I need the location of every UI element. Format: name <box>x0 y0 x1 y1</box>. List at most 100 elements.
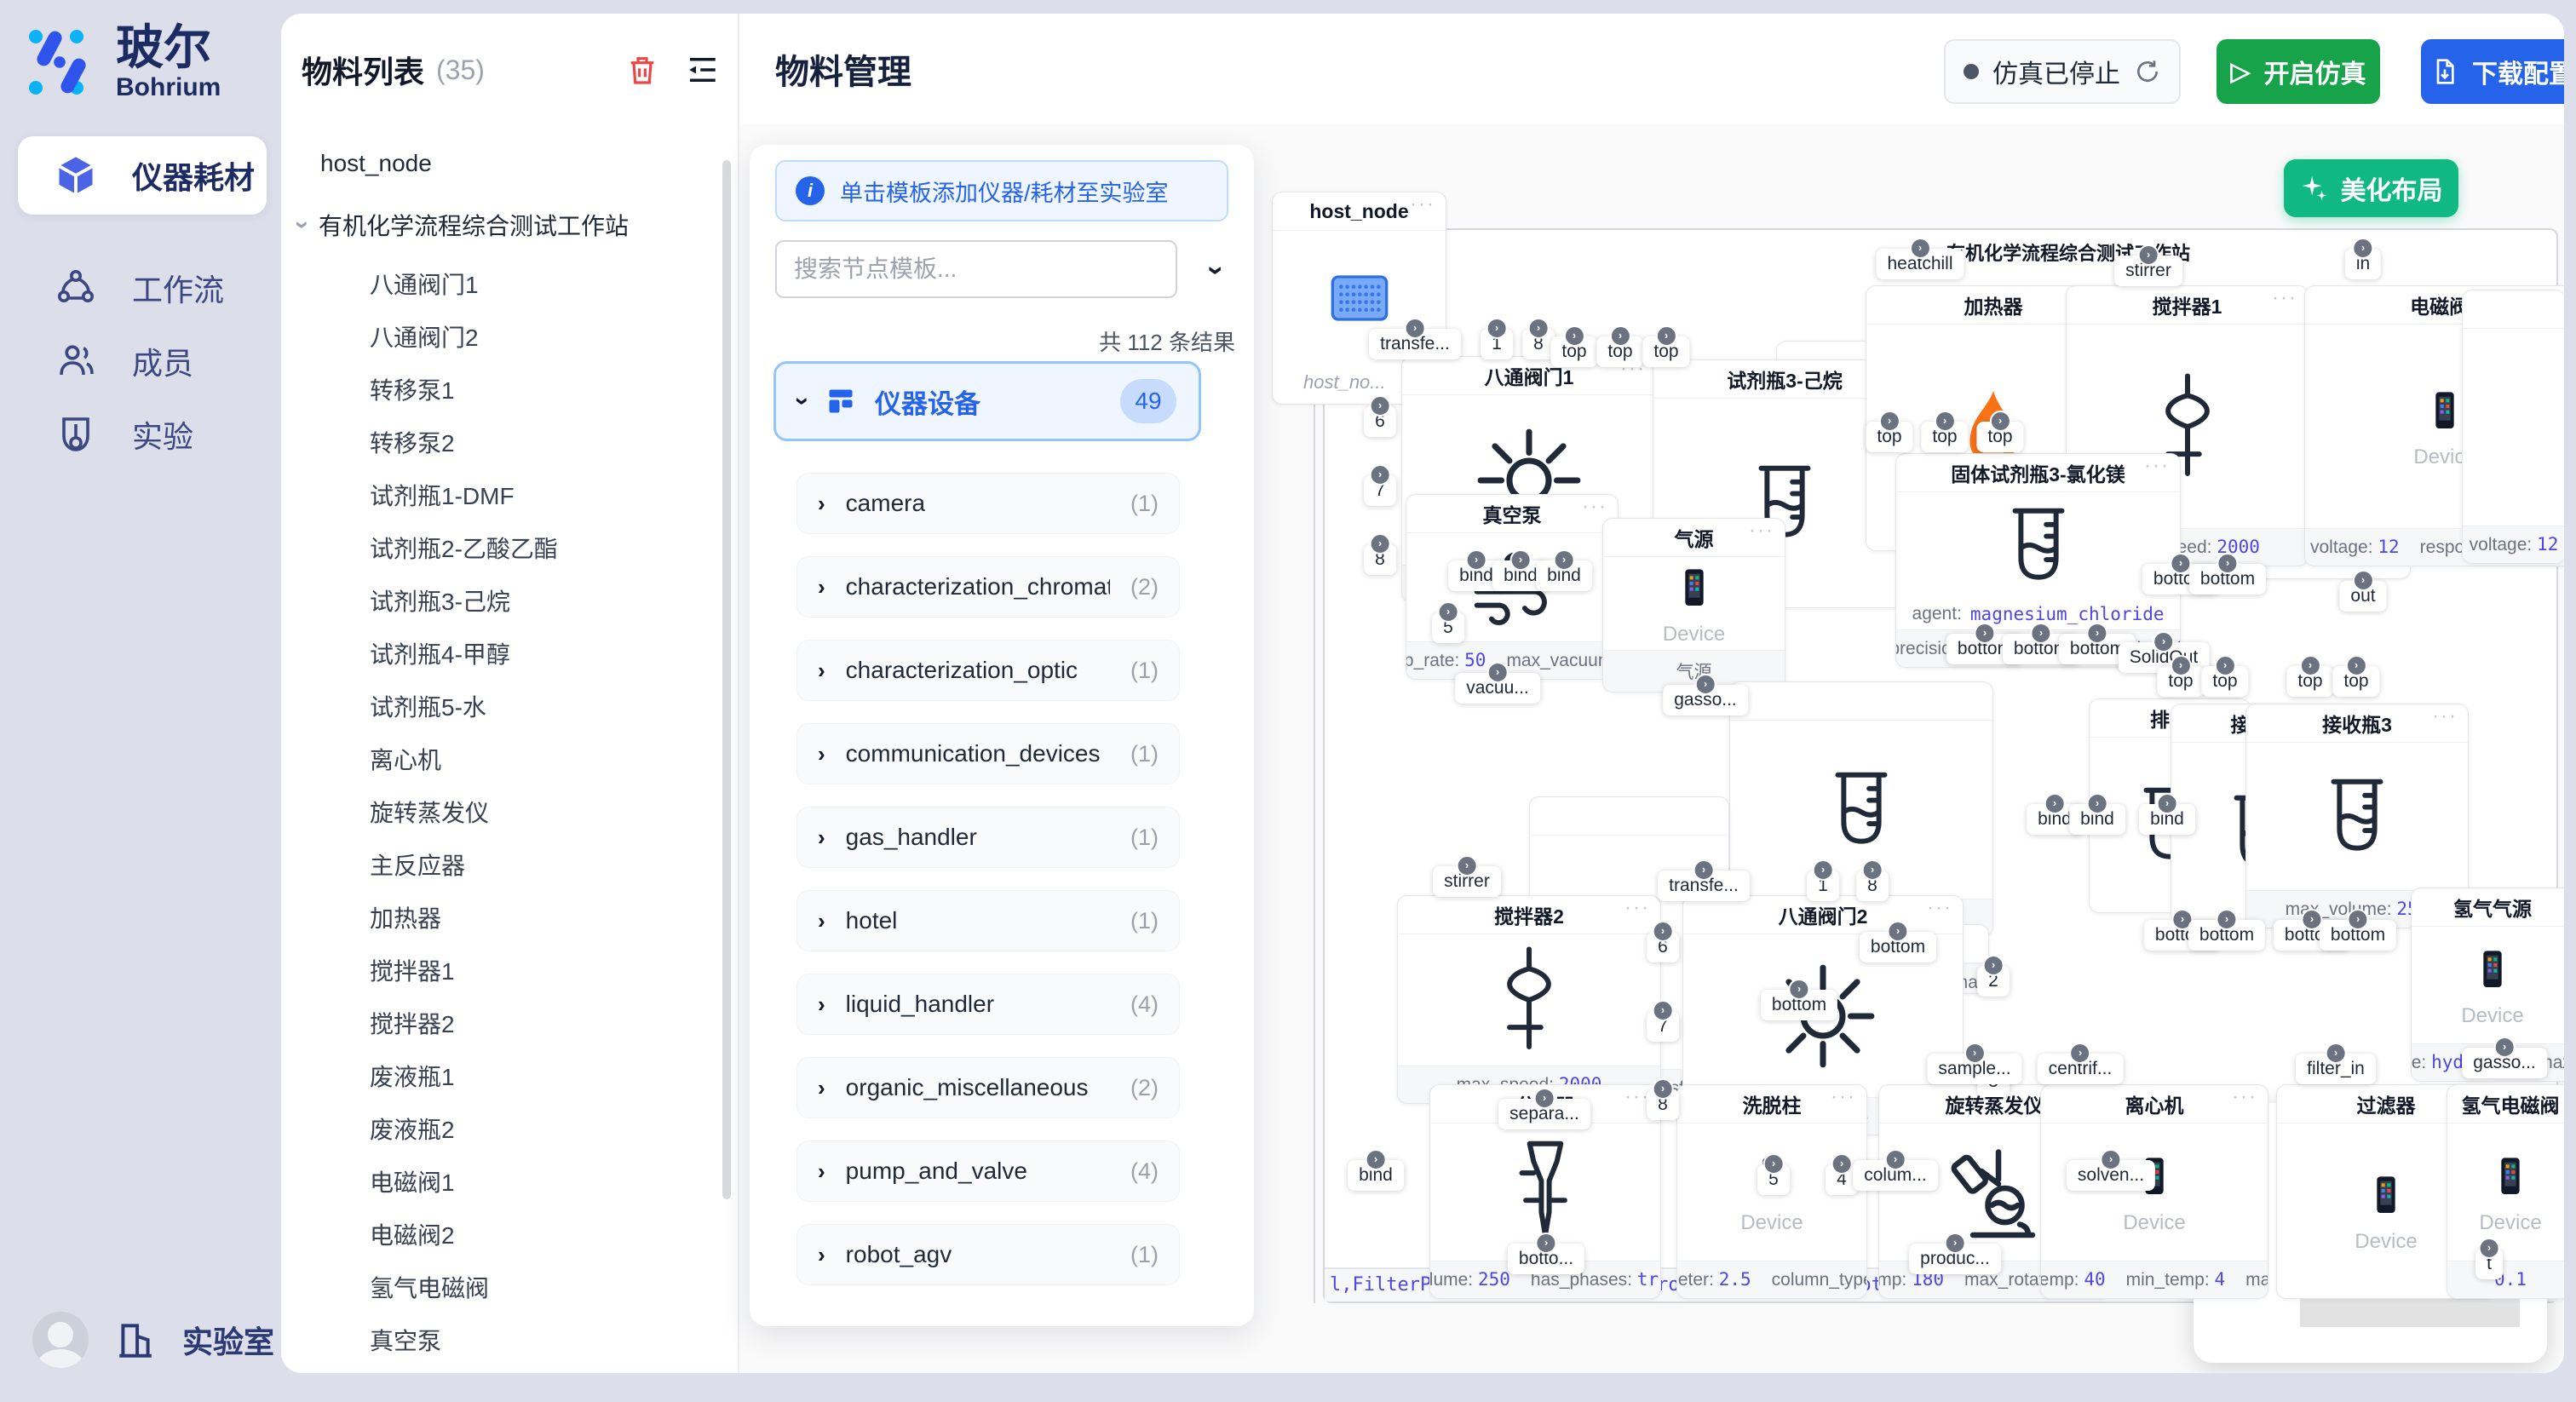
node-menu-icon[interactable]: ··· <box>2144 454 2170 478</box>
port-dot-icon[interactable]: › <box>1887 921 1908 942</box>
tree-item[interactable]: 废液瓶2 <box>370 1104 558 1157</box>
port-dot-icon[interactable]: › <box>2299 655 2320 676</box>
tree-item[interactable]: 试剂瓶3-己烷 <box>370 576 558 629</box>
port-dot-icon[interactable]: › <box>1509 549 1531 571</box>
port-dot-icon[interactable]: › <box>1693 859 1714 881</box>
port-dot-icon[interactable]: › <box>1885 1149 1906 1170</box>
canvas-node-离心机[interactable]: 离心机···Devicemax_temp: 40min_temp: 4max_s… <box>2040 1084 2268 1299</box>
port-dot-icon[interactable]: › <box>2217 553 2238 574</box>
port-dot-icon[interactable]: › <box>2137 244 2159 266</box>
port-dot-icon[interactable]: › <box>1974 623 1995 644</box>
sidebar-item-workflow[interactable]: 工作流 <box>18 249 267 327</box>
port-dot-icon[interactable]: › <box>1653 921 1674 942</box>
sidebar-item-instruments[interactable]: 仪器耗材 <box>18 136 267 215</box>
tree-item[interactable]: 八通阀门2 <box>370 312 558 365</box>
canvas-node-气源[interactable]: 气源···Device气源 <box>1602 518 1785 692</box>
tree-item[interactable]: 真空泵 <box>370 1315 558 1368</box>
tree-item[interactable]: 离心机 <box>370 734 558 787</box>
tree-item[interactable]: 电磁阀1 <box>370 1157 558 1210</box>
port-dot-icon[interactable]: › <box>1964 1043 1985 1064</box>
palette-item-robot_agv[interactable]: ›robot_agv(1) <box>796 1224 1180 1285</box>
port-dot-icon[interactable]: › <box>1563 325 1584 347</box>
tree-root[interactable]: host_node <box>320 150 432 177</box>
port-dot-icon[interactable]: › <box>1609 325 1630 347</box>
tree-item[interactable]: 试剂瓶1-DMF <box>370 470 558 523</box>
tree-item[interactable]: 转移泵2 <box>370 417 558 470</box>
port-dot-icon[interactable]: › <box>1404 318 1425 339</box>
palette-item-gas_handler[interactable]: ›gas_handler(1) <box>796 807 1180 868</box>
tree-item[interactable]: 旋转蒸发仪 <box>370 787 558 840</box>
tree-item[interactable]: 试剂瓶5-水 <box>370 681 558 734</box>
port-dot-icon[interactable]: › <box>2086 623 2107 644</box>
port-dot-icon[interactable]: › <box>1989 411 2010 432</box>
port-dot-icon[interactable]: › <box>1655 325 1676 347</box>
tree-item[interactable]: 氢气电磁阀 <box>370 1262 558 1315</box>
sidebar-item-members[interactable]: 成员 <box>18 322 267 400</box>
tree-item[interactable]: 转移泵1 <box>370 365 558 417</box>
port-dot-icon[interactable]: › <box>1465 549 1486 571</box>
canvas-node-氢气电磁阀[interactable]: 氢气电磁阀Device0.1 <box>2447 1084 2564 1299</box>
port-dot-icon[interactable]: › <box>2493 1037 2515 1058</box>
avatar[interactable] <box>32 1312 89 1368</box>
collapse-panel-icon[interactable]: › <box>1199 266 1233 275</box>
node-menu-icon[interactable]: ··· <box>1410 192 1435 216</box>
port-dot-icon[interactable]: › <box>2352 238 2373 259</box>
tree-item[interactable]: 搅拌器1 <box>370 945 558 998</box>
sim-status-badge[interactable]: 仿真已停止 <box>1944 39 2181 104</box>
port-dot-icon[interactable]: › <box>2156 793 2177 814</box>
palette-item-hotel[interactable]: ›hotel(1) <box>796 890 1180 951</box>
canvas-node-unnamed[interactable]: voltage: 12 <box>2462 290 2564 564</box>
port-dot-icon[interactable]: › <box>1370 395 1391 417</box>
port-dot-icon[interactable]: › <box>2170 655 2191 676</box>
port-dot-icon[interactable]: › <box>1486 662 1508 683</box>
port-dot-icon[interactable]: › <box>1878 411 1900 432</box>
port-dot-icon[interactable]: › <box>1486 318 1508 339</box>
palette-item-pump_and_valve[interactable]: ›pump_and_valve(4) <box>796 1141 1180 1202</box>
port-dot-icon[interactable]: › <box>1528 318 1550 339</box>
refresh-icon[interactable] <box>2134 58 2161 85</box>
palette-item-liquid_handler[interactable]: ›liquid_handler(4) <box>796 974 1180 1035</box>
palette-item-characterization_chromatic[interactable]: ›characterization_chromatic(2) <box>796 556 1180 618</box>
port-dot-icon[interactable]: › <box>1370 464 1391 486</box>
node-menu-icon[interactable]: ··· <box>2232 1085 2257 1109</box>
port-dot-icon[interactable]: › <box>2030 623 2051 644</box>
port-dot-icon[interactable]: › <box>1534 1088 1555 1109</box>
category-instruments[interactable]: › 仪器设备 49 <box>773 361 1201 441</box>
tree-item[interactable]: 废液瓶1 <box>370 1051 558 1104</box>
port-dot-icon[interactable]: › <box>1365 1149 1386 1170</box>
port-dot-icon[interactable]: › <box>2325 1043 2346 1064</box>
download-config-button[interactable]: 下载配置 <box>2421 39 2564 104</box>
port-dot-icon[interactable]: › <box>1653 1078 1674 1100</box>
port-dot-icon[interactable]: › <box>2153 631 2174 652</box>
port-dot-icon[interactable]: › <box>2069 1043 2090 1064</box>
tree-item[interactable]: 试剂瓶4-甲醇 <box>370 629 558 681</box>
port-dot-icon[interactable]: › <box>1653 1000 1674 1021</box>
node-menu-icon[interactable]: ··· <box>1582 495 1607 519</box>
tree-item[interactable]: 主反应器 <box>370 840 558 893</box>
port-dot-icon[interactable]: › <box>1983 955 2004 976</box>
palette-item-camera[interactable]: ›camera(1) <box>796 473 1180 534</box>
start-simulation-button[interactable]: ▷ 开启仿真 <box>2217 39 2380 104</box>
port-dot-icon[interactable]: › <box>1862 859 1883 881</box>
port-dot-icon[interactable]: › <box>1910 238 1931 259</box>
port-dot-icon[interactable]: › <box>2170 553 2191 574</box>
node-menu-icon[interactable]: ··· <box>1749 519 1774 543</box>
port-dot-icon[interactable]: › <box>1831 1153 1853 1175</box>
node-menu-icon[interactable]: ··· <box>2432 704 2458 728</box>
tree-item[interactable]: 电磁阀2 <box>370 1210 558 1262</box>
port-dot-icon[interactable]: › <box>2214 655 2235 676</box>
search-input[interactable] <box>775 240 1177 298</box>
node-menu-icon[interactable]: ··· <box>2272 286 2297 310</box>
port-dot-icon[interactable]: › <box>1370 533 1391 554</box>
node-menu-icon[interactable]: ··· <box>1927 896 1952 920</box>
tree-item[interactable]: 试剂瓶2-乙酸乙酯 <box>370 523 558 576</box>
port-dot-icon[interactable]: › <box>2086 793 2107 814</box>
port-dot-icon[interactable]: › <box>1813 859 1834 881</box>
port-dot-icon[interactable]: › <box>2352 570 2373 591</box>
tree-item[interactable]: 八通阀门1 <box>370 259 558 312</box>
tree-group[interactable]: › 有机化学流程综合测试工作站 <box>298 208 629 242</box>
port-dot-icon[interactable]: › <box>1945 1232 1966 1254</box>
port-dot-icon[interactable]: › <box>2216 909 2237 930</box>
tree-item[interactable]: 搅拌器2 <box>370 998 558 1051</box>
node-menu-icon[interactable]: ··· <box>1831 1085 1856 1109</box>
